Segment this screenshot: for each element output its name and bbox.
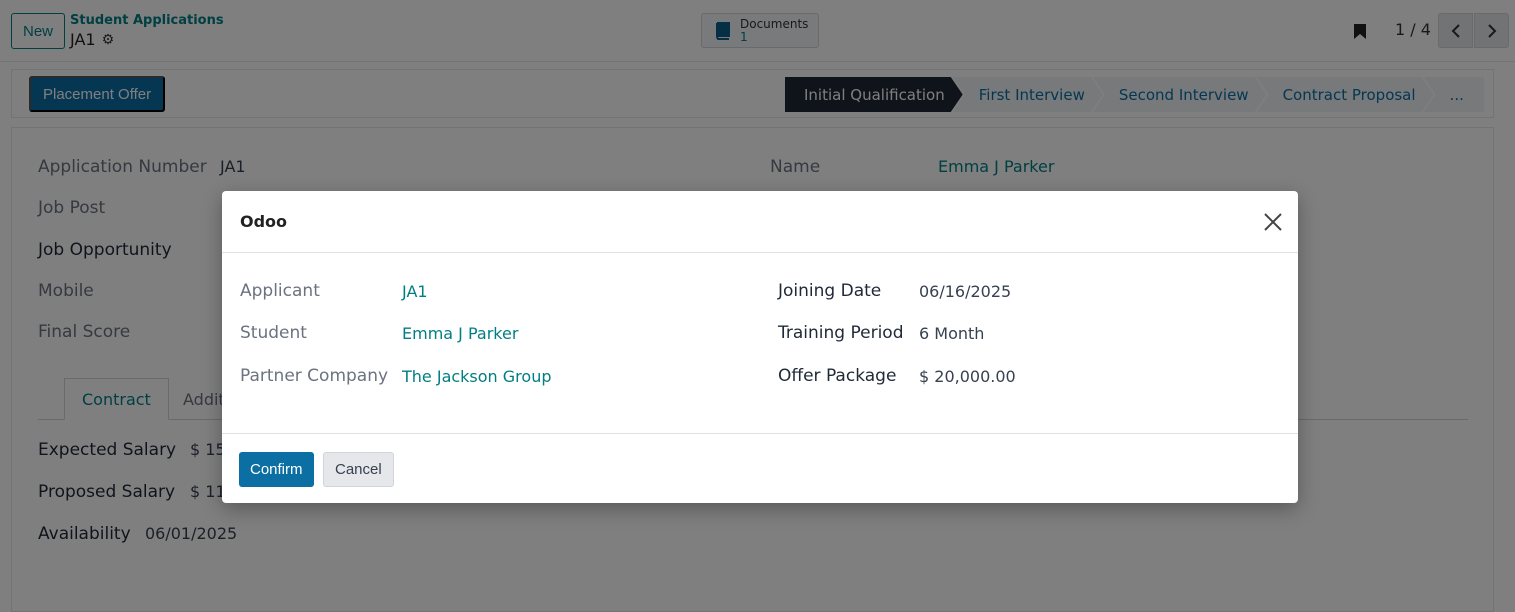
placement-offer-dialog: Odoo Applicant JA1 Student Emma J Parker… xyxy=(222,191,1298,503)
student-value[interactable]: Emma J Parker xyxy=(402,324,518,343)
confirm-button[interactable]: Confirm xyxy=(239,452,314,487)
training-period-value: 6 Month xyxy=(919,324,985,343)
dialog-title: Odoo xyxy=(240,212,288,231)
applicant-value[interactable]: JA1 xyxy=(402,282,428,301)
joining-date-value: 06/16/2025 xyxy=(919,282,1012,301)
offer-package-label: Offer Package xyxy=(778,366,897,386)
partner-company-value[interactable]: The Jackson Group xyxy=(402,367,552,386)
student-label: Student xyxy=(240,323,307,343)
offer-package-value: $ 20,000.00 xyxy=(919,367,1016,386)
applicant-label: Applicant xyxy=(240,281,320,301)
joining-date-label: Joining Date xyxy=(778,281,882,301)
dialog-header: Odoo xyxy=(222,191,1298,253)
cancel-button[interactable]: Cancel xyxy=(323,452,394,487)
close-icon[interactable] xyxy=(1262,211,1284,233)
partner-company-label: Partner Company xyxy=(240,366,389,386)
dialog-footer: Confirm Cancel xyxy=(222,433,1298,503)
training-period-label: Training Period xyxy=(778,323,904,343)
